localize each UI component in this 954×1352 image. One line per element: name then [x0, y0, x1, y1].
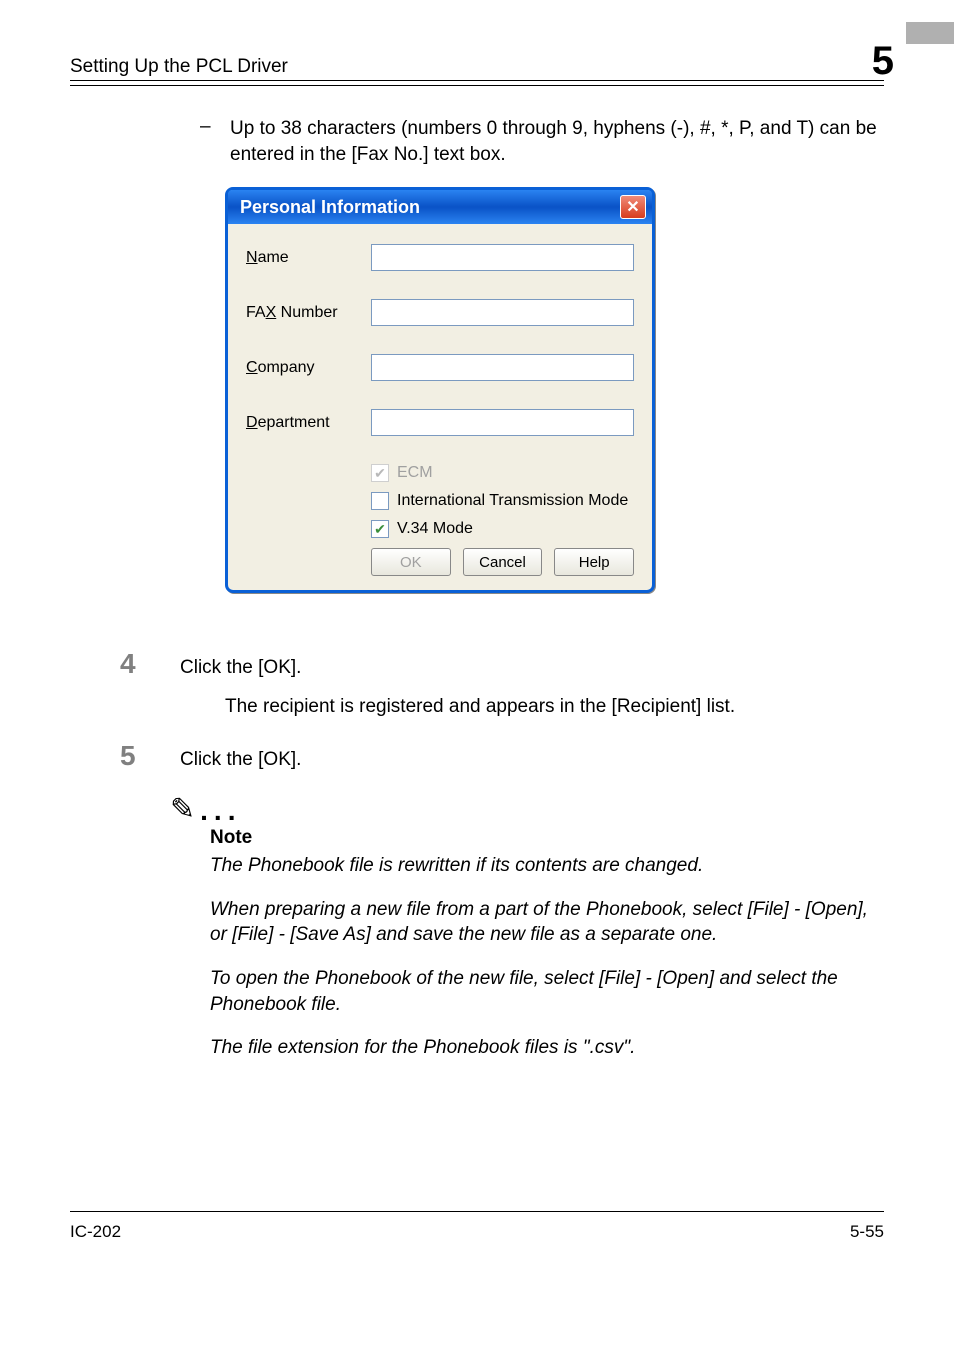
check-icon: [371, 492, 389, 510]
note-paragraph-3: To open the Phonebook of the new file, s…: [210, 966, 884, 1017]
row-company: Company: [246, 354, 634, 381]
cancel-button[interactable]: Cancel: [463, 548, 543, 576]
bullet-item: – Up to 38 characters (numbers 0 through…: [200, 116, 884, 167]
check-icon: [371, 464, 389, 482]
pencil-icon: ✎: [170, 792, 195, 827]
note-paragraph-2: When preparing a new file from a part of…: [210, 897, 884, 948]
step-4: 4 Click the [OK].: [70, 648, 884, 682]
ok-button: OK: [371, 548, 451, 576]
chapter-indicator: 5: [824, 40, 884, 78]
help-button[interactable]: Help: [554, 548, 634, 576]
options-column: ECM International Transmission Mode V.34…: [371, 464, 634, 538]
step-number: 5: [70, 740, 180, 772]
note-heading: Note: [210, 827, 884, 849]
checkbox-ecm: ECM: [371, 464, 634, 482]
step-5: 5 Click the [OK].: [70, 740, 884, 774]
footer-left: IC-202: [70, 1222, 121, 1242]
label-fax: FAX Number: [246, 304, 371, 322]
step-text: Click the [OK].: [180, 747, 884, 774]
department-input[interactable]: [371, 409, 634, 436]
bullet-dash: –: [200, 116, 230, 167]
check-icon: [371, 520, 389, 538]
company-input[interactable]: [371, 354, 634, 381]
header-rule: [70, 85, 884, 86]
checkbox-international[interactable]: International Transmission Mode: [371, 492, 634, 510]
close-button[interactable]: ✕: [620, 195, 646, 219]
dialog-button-row: OK Cancel Help: [371, 548, 634, 576]
page-header: Setting Up the PCL Driver 5: [70, 40, 884, 81]
name-input[interactable]: [371, 244, 634, 271]
chapter-tab: [906, 22, 954, 44]
step-4-sub: The recipient is registered and appears …: [225, 694, 884, 721]
note-dots: ...: [200, 795, 241, 827]
dialog-title: Personal Information: [240, 197, 420, 218]
note-icon-row: ✎ ...: [170, 792, 884, 827]
fax-input[interactable]: [371, 299, 634, 326]
chapter-number: 5: [872, 39, 894, 84]
page-footer: IC-202 5-55: [70, 1211, 884, 1242]
row-department: Department: [246, 409, 634, 436]
footer-right: 5-55: [850, 1222, 884, 1242]
row-fax: FAX Number: [246, 299, 634, 326]
row-name: Name: [246, 244, 634, 271]
checkbox-v34[interactable]: V.34 Mode: [371, 520, 634, 538]
close-icon: ✕: [626, 197, 639, 217]
bullet-text: Up to 38 characters (numbers 0 through 9…: [230, 116, 884, 167]
personal-information-dialog: Personal Information ✕ Name FAX Number: [225, 187, 655, 593]
step-number: 4: [70, 648, 180, 680]
section-title: Setting Up the PCL Driver: [70, 56, 288, 78]
dialog-body: Name FAX Number Company Department: [228, 224, 652, 590]
label-company: Company: [246, 359, 371, 377]
label-department: Department: [246, 414, 371, 432]
note-paragraph-1: The Phonebook file is rewritten if its c…: [210, 853, 884, 879]
label-name: Name: [246, 249, 371, 267]
note-paragraph-4: The file extension for the Phonebook fil…: [210, 1035, 884, 1061]
step-text: Click the [OK].: [180, 655, 884, 682]
dialog-titlebar: Personal Information ✕: [228, 190, 652, 224]
